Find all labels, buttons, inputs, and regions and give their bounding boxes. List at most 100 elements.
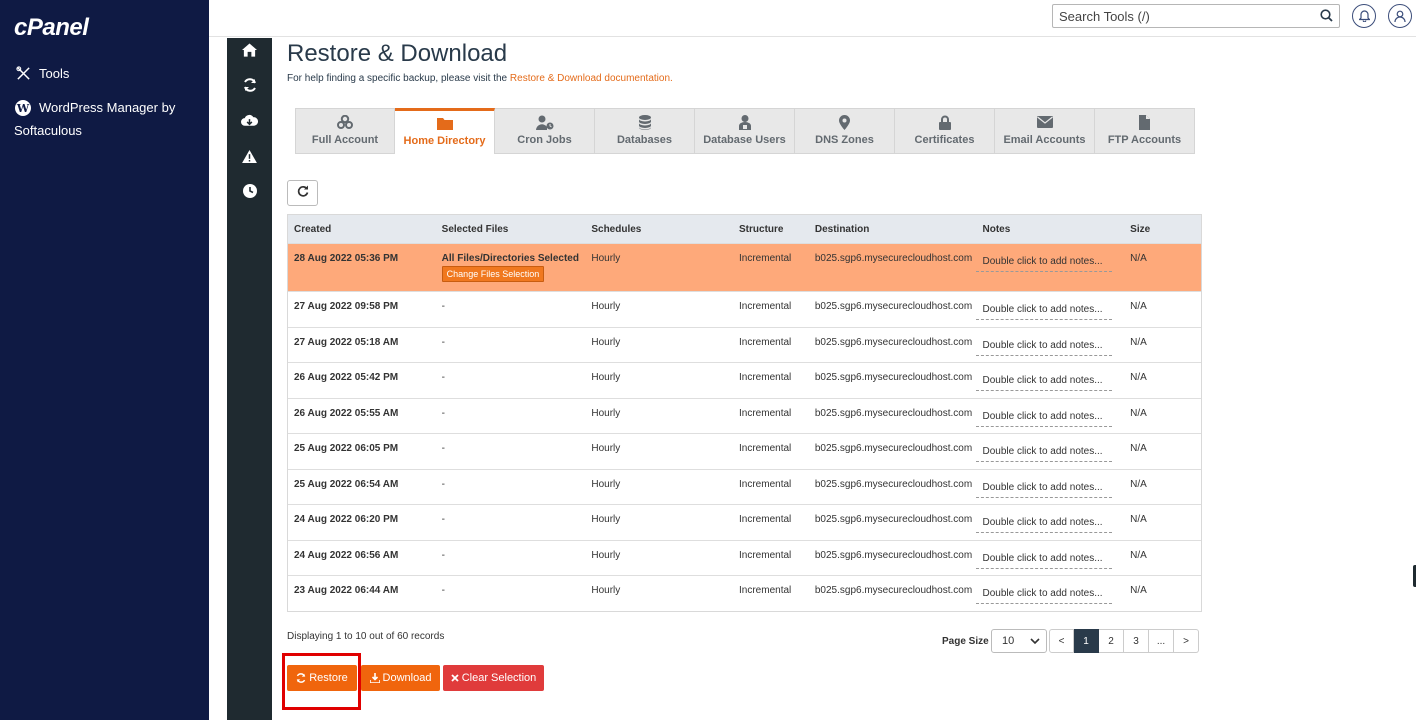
cell-created: 26 Aug 2022 05:55 AM (294, 407, 399, 419)
cell-created: 26 Aug 2022 05:42 PM (294, 372, 399, 383)
cell-schedule: Hourly (591, 407, 621, 419)
table-row[interactable]: 24 Aug 2022 06:20 PM - Hourly Incrementa… (288, 504, 1201, 540)
tab-label: DNS Zones (815, 134, 874, 146)
nav-item-label: Tools (39, 66, 70, 81)
cell-structure: Incremental (739, 407, 792, 419)
cpanel-logo[interactable]: cPanel (14, 14, 89, 42)
table-row[interactable]: 27 Aug 2022 05:18 AM - Hourly Incrementa… (288, 326, 1201, 363)
search-box (1052, 4, 1340, 28)
table-row[interactable]: 24 Aug 2022 06:56 AM - Hourly Incrementa… (288, 539, 1201, 576)
tab-label: Cron Jobs (517, 134, 572, 146)
pagination-page-2[interactable]: 2 (1099, 629, 1124, 653)
notes-field[interactable]: Double click to add notes... (976, 375, 1113, 391)
home-icon[interactable] (227, 38, 272, 62)
folder-icon (436, 114, 453, 132)
tab-label: Full Account (311, 134, 379, 146)
refresh-button[interactable] (287, 180, 318, 206)
notes-field[interactable]: Double click to add notes... (976, 411, 1113, 427)
icon-rail (227, 38, 272, 720)
notes-field[interactable]: Double click to add notes... (976, 482, 1113, 498)
notes-field[interactable]: Double click to add notes... (976, 446, 1113, 462)
notes-field[interactable]: Double click to add notes... (976, 340, 1113, 356)
file-icon (1139, 113, 1150, 131)
column-header-size[interactable]: Size (1124, 224, 1201, 235)
cell-structure: Incremental (739, 585, 792, 596)
tab-cron-jobs[interactable]: Cron Jobs (495, 108, 595, 154)
column-header-destination[interactable]: Destination (809, 224, 977, 235)
change-files-selection-button[interactable]: Change Files Selection (441, 266, 545, 282)
cell-selected-files: - (441, 336, 446, 348)
cell-size: N/A (1130, 478, 1147, 490)
clear-selection-button[interactable]: Clear Selection (443, 665, 544, 691)
tab-database-users[interactable]: Database Users (695, 108, 795, 154)
top-bar (209, 0, 1416, 37)
pagination-page-1[interactable]: 1 (1074, 629, 1099, 653)
page-size-select[interactable]: 10 (991, 629, 1047, 653)
tab-label: Database Users (703, 134, 786, 146)
pagination-page-3[interactable]: 3 (1124, 629, 1149, 653)
tab-databases[interactable]: Databases (595, 108, 695, 154)
cell-size: N/A (1130, 253, 1147, 264)
map-marker-icon (839, 113, 850, 131)
column-header-structure[interactable]: Structure (733, 224, 809, 235)
column-header-schedules[interactable]: Schedules (585, 224, 733, 235)
documentation-link[interactable]: Restore & Download documentation. (510, 73, 673, 84)
table-row[interactable]: 25 Aug 2022 06:05 PM - Hourly Incrementa… (288, 433, 1201, 469)
notes-field[interactable]: Double click to add notes... (976, 256, 1113, 272)
column-header-notes[interactable]: Notes (976, 224, 1124, 235)
pagination-ellipsis[interactable]: ... (1149, 629, 1174, 653)
cell-selected-files: - (441, 443, 446, 454)
search-icon[interactable] (1320, 9, 1333, 27)
tab-dns-zones[interactable]: DNS Zones (795, 108, 895, 154)
tab-ftp-accounts[interactable]: FTP Accounts (1095, 108, 1195, 154)
user-icon[interactable] (1388, 4, 1412, 28)
tab-home-directory[interactable]: Home Directory (395, 108, 495, 154)
column-header-selected-files[interactable]: Selected Files (436, 224, 586, 235)
column-header-created[interactable]: Created (288, 224, 436, 235)
notes-field[interactable]: Double click to add notes... (976, 553, 1113, 569)
nav-item-label: WordPress Manager by Softaculous (14, 100, 176, 138)
cell-schedule: Hourly (591, 372, 621, 383)
table-row[interactable]: 26 Aug 2022 05:55 AM - Hourly Incrementa… (288, 397, 1201, 434)
cell-selected-files: - (441, 478, 446, 490)
warning-icon[interactable] (227, 144, 272, 168)
bell-icon[interactable] (1352, 4, 1376, 28)
notes-field[interactable]: Double click to add notes... (976, 588, 1113, 604)
nav-item-tools[interactable]: Tools (14, 62, 69, 85)
table-row[interactable]: 25 Aug 2022 06:54 AM - Hourly Incrementa… (288, 468, 1201, 505)
nav-item-wordpress-manager[interactable]: W WordPress Manager by Softaculous (14, 96, 204, 142)
tab-label: FTP Accounts (1107, 134, 1182, 146)
cell-notes: Double click to add notes... (976, 443, 1124, 469)
table-row[interactable]: 23 Aug 2022 06:44 AM - Hourly Incrementa… (288, 575, 1201, 611)
download-button[interactable]: Download (361, 665, 440, 691)
clock-icon[interactable] (227, 179, 272, 203)
tab-label: Home Directory (403, 135, 486, 147)
refresh-icon (297, 184, 309, 202)
notes-field[interactable]: Double click to add notes... (976, 304, 1113, 320)
cell-structure: Incremental (739, 301, 792, 312)
download-icon (369, 673, 380, 683)
cell-size: N/A (1130, 585, 1147, 596)
lock-icon (938, 113, 951, 131)
help-prefix: For help finding a specific backup, plea… (287, 73, 510, 84)
table-row[interactable]: 26 Aug 2022 05:42 PM - Hourly Incrementa… (288, 362, 1201, 398)
download-label: Download (382, 672, 432, 684)
close-icon (451, 674, 459, 682)
tab-certificates[interactable]: Certificates (895, 108, 995, 154)
cell-selected-files: - (441, 549, 446, 561)
database-user-icon (738, 113, 752, 131)
cell-structure: Incremental (739, 336, 792, 348)
cell-size: N/A (1130, 443, 1147, 454)
tab-full-account[interactable]: Full Account (295, 108, 395, 154)
table-row[interactable]: 27 Aug 2022 09:58 PM - Hourly Incrementa… (288, 291, 1201, 327)
cell-created: 24 Aug 2022 06:56 AM (294, 549, 399, 561)
pagination-prev[interactable]: < (1049, 629, 1074, 653)
restore-button[interactable]: Restore (287, 665, 357, 691)
pagination-next[interactable]: > (1174, 629, 1199, 653)
cloud-download-icon[interactable] (227, 108, 272, 132)
sync-icon[interactable] (227, 73, 272, 97)
table-row-selected[interactable]: 28 Aug 2022 05:36 PM All Files/Directori… (288, 243, 1201, 291)
tab-email-accounts[interactable]: Email Accounts (995, 108, 1095, 154)
notes-field[interactable]: Double click to add notes... (976, 517, 1113, 533)
search-input[interactable] (1053, 5, 1303, 27)
